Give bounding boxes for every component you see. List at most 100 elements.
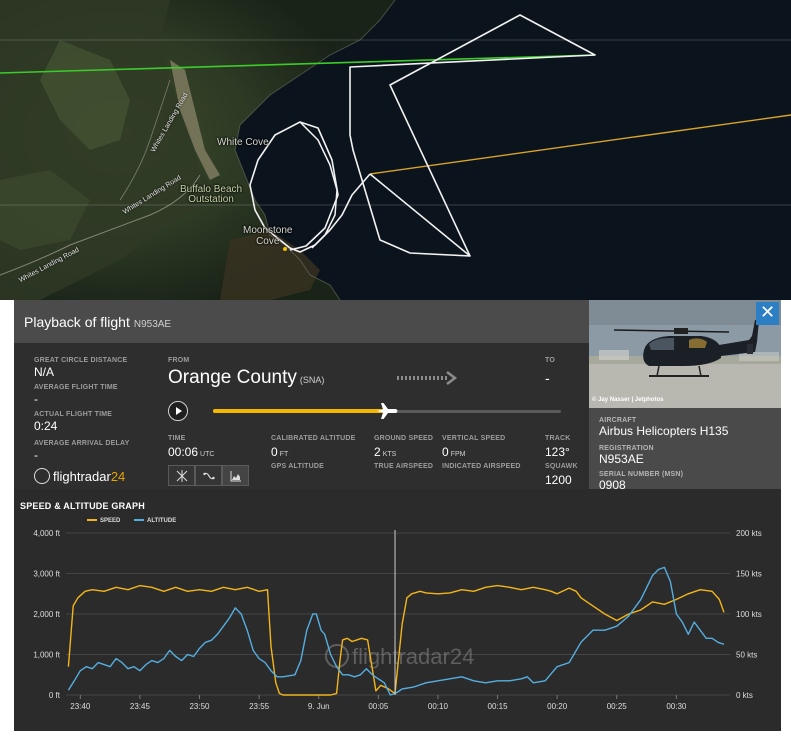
avg-arrival-delay-value: - bbox=[34, 448, 38, 462]
vertical-speed-number: 0 bbox=[442, 445, 449, 459]
ground-speed-value: 2 KTS bbox=[374, 445, 396, 459]
right-axis-tick-label: 50 kts bbox=[736, 651, 757, 660]
x-axis-tick-label: 9. Jun bbox=[308, 702, 330, 711]
helicopter-image bbox=[589, 300, 781, 408]
calibrated-altitude-label: CALIBRATED ALTITUDE bbox=[271, 435, 356, 442]
crosshair-icon bbox=[176, 470, 187, 482]
ground-speed-number: 2 bbox=[374, 445, 381, 459]
time-value-text: 00:06 bbox=[168, 445, 199, 459]
map-label-moonstone-cove: Moonstone Cove bbox=[243, 225, 293, 247]
from-city-name: Orange County bbox=[168, 367, 297, 388]
squawk-label: SQUAWK bbox=[545, 463, 578, 470]
right-axis-labels: 0 kts 50 kts 100 kts 150 kts 200 kts bbox=[736, 529, 762, 700]
avg-flight-time-value: - bbox=[34, 392, 38, 406]
flight-map[interactable]: White Cove Buffalo Beach Outstation Moon… bbox=[0, 0, 791, 300]
calibrated-altitude-value: 0 FT bbox=[271, 445, 288, 459]
track-label: TRACK bbox=[545, 435, 571, 442]
registration-value: N953AE bbox=[599, 452, 644, 466]
route-icon bbox=[202, 472, 215, 480]
flight-playback-panel: Playback of flight N953AE GREAT CIRCLE DI… bbox=[14, 300, 781, 731]
x-axis-tick-label: 23:40 bbox=[70, 702, 91, 711]
aircraft-value: Airbus Helicopters H135 bbox=[599, 424, 729, 438]
map-label-white-cove: White Cove bbox=[217, 137, 269, 148]
ground-speed-label: GROUND SPEED bbox=[374, 435, 434, 442]
map-label-buffalo-beach: Buffalo Beach Outstation bbox=[180, 184, 243, 205]
speed-series-line bbox=[67, 584, 725, 696]
route-arrow-icon bbox=[397, 371, 458, 385]
vertical-speed-unit: FPM bbox=[450, 451, 466, 458]
avg-flight-time-label: AVERAGE FLIGHT TIME bbox=[34, 384, 118, 391]
chart-icon bbox=[230, 471, 241, 482]
close-button[interactable]: ✕ bbox=[756, 302, 779, 325]
x-axis-tick-label: 23:45 bbox=[130, 702, 151, 711]
vertical-speed-value: 0 FPM bbox=[442, 445, 465, 459]
from-airport-code: (SNA) bbox=[299, 375, 325, 385]
time-label: TIME bbox=[168, 435, 186, 442]
left-axis-tick-label: 3,000 ft bbox=[33, 570, 60, 579]
right-axis-tick-label: 150 kts bbox=[736, 570, 762, 579]
ground-speed-unit: KTS bbox=[382, 451, 397, 458]
calibrated-altitude-unit: FT bbox=[279, 451, 289, 458]
aircraft-photo[interactable]: © Jay Nasser | Jetphotos bbox=[589, 300, 781, 408]
playback-progress bbox=[213, 409, 387, 413]
actual-flight-time-label: ACTUAL FLIGHT TIME bbox=[34, 411, 113, 418]
great-circle-value: N/A bbox=[34, 365, 55, 379]
x-axis-tick-label: 23:55 bbox=[249, 702, 270, 711]
vertical-speed-label: VERTICAL SPEED bbox=[442, 435, 506, 442]
logo-text: flightradar bbox=[53, 469, 111, 484]
left-axis-tick-label: 4,000 ft bbox=[33, 529, 60, 538]
great-circle-label: GREAT CIRCLE DISTANCE bbox=[34, 357, 128, 364]
x-axis-tick-label: 00:05 bbox=[368, 702, 389, 711]
panel-title: Playback of flight N953AE bbox=[24, 314, 171, 330]
avg-arrival-delay-label: AVERAGE ARRIVAL DELAY bbox=[34, 440, 130, 447]
x-axis-tick-label: 00:15 bbox=[488, 702, 509, 711]
flight-info-section: Playback of flight N953AE GREAT CIRCLE DI… bbox=[14, 300, 589, 489]
graph-series bbox=[67, 566, 725, 696]
graph-view-button[interactable] bbox=[222, 465, 249, 486]
serial-number-label: SERIAL NUMBER (MSN) bbox=[599, 471, 684, 478]
time-unit: UTC bbox=[200, 451, 215, 458]
gps-altitude-label: GPS ALTITUDE bbox=[271, 463, 324, 470]
map-canvas bbox=[0, 0, 791, 300]
panel-title-registration: N953AE bbox=[133, 319, 172, 330]
aircraft-info-column: © Jay Nasser | Jetphotos ✕ AIRCRAFT Airb… bbox=[589, 300, 781, 492]
left-axis-tick-label: 0 ft bbox=[49, 691, 61, 700]
logo-text-24: 24 bbox=[110, 469, 126, 484]
to-label: TO bbox=[545, 357, 555, 364]
left-axis-labels: 0 ft 1,000 ft 2,000 ft 3,000 ft 4,000 ft bbox=[33, 529, 60, 700]
view-3d-button[interactable] bbox=[168, 465, 195, 486]
indicated-airspeed-label: INDICATED AIRSPEED bbox=[442, 463, 521, 470]
radar-icon bbox=[34, 468, 50, 484]
x-axis-tick-label: 23:50 bbox=[189, 702, 210, 711]
speed-altitude-graph: SPEED & ALTITUDE GRAPH SPEED ALTITUDE fl… bbox=[14, 489, 781, 731]
right-axis-tick-label: 0 kts bbox=[736, 691, 753, 700]
photo-credit: © Jay Nasser | Jetphotos bbox=[592, 397, 664, 403]
from-label: FROM bbox=[168, 357, 190, 364]
x-axis-tick-label: 00:25 bbox=[607, 702, 628, 711]
graph-grid bbox=[66, 532, 730, 699]
panel-header: Playback of flight N953AE bbox=[14, 300, 589, 343]
right-axis-tick-label: 100 kts bbox=[736, 610, 762, 619]
x-axis-labels: 23:40 23:45 23:50 23:55 9. Jun 00:05 00:10 00:1… bbox=[70, 702, 687, 711]
graph-canvas[interactable]: flightradar24 0 ft1,000 ft2,000 ft3,000 … bbox=[14, 489, 781, 731]
registration-label: REGISTRATION bbox=[599, 445, 654, 452]
x-axis-tick-label: 00:30 bbox=[666, 702, 687, 711]
left-axis-tick-label: 2,000 ft bbox=[33, 610, 60, 619]
actual-flight-time-value: 0:24 bbox=[34, 419, 58, 433]
track-value: 123° bbox=[545, 445, 570, 459]
airplane-icon[interactable] bbox=[374, 398, 400, 424]
x-axis-tick-label: 00:10 bbox=[428, 702, 449, 711]
route-view-button[interactable] bbox=[195, 465, 222, 486]
left-axis-tick-label: 1,000 ft bbox=[33, 651, 60, 660]
time-value: 00:06 UTC bbox=[168, 445, 214, 459]
right-axis-tick-label: 200 kts bbox=[736, 529, 762, 538]
squawk-value: 1200 bbox=[545, 473, 572, 487]
aircraft-label: AIRCRAFT bbox=[599, 417, 637, 424]
x-axis-tick-label: 00:20 bbox=[547, 702, 568, 711]
flightradar24-logo: flightradar24 bbox=[34, 468, 126, 484]
play-button[interactable] bbox=[168, 401, 188, 421]
calibrated-altitude-number: 0 bbox=[271, 445, 278, 459]
panel-title-text: Playback of flight bbox=[24, 314, 130, 330]
from-airport[interactable]: Orange County (SNA) bbox=[168, 367, 324, 389]
to-value: - bbox=[545, 370, 550, 386]
